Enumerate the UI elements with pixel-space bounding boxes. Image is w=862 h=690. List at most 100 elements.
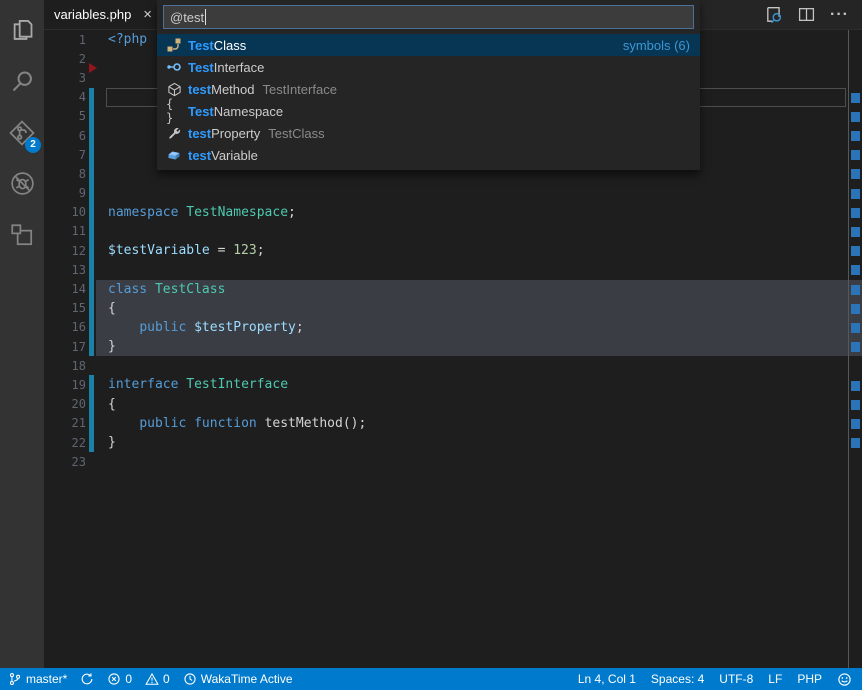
code-line-9[interactable]: 9 <box>44 184 862 203</box>
git-modified-indicator <box>89 318 94 337</box>
gutter[interactable] <box>86 299 108 318</box>
gutter[interactable] <box>86 68 108 87</box>
activity-bar-debug[interactable] <box>0 158 44 209</box>
gutter[interactable] <box>86 241 108 260</box>
gutter[interactable] <box>86 279 108 298</box>
gutter[interactable] <box>86 375 108 394</box>
overview-ruler-mark <box>851 112 860 122</box>
sync-button[interactable] <box>80 672 94 686</box>
overview-ruler[interactable] <box>848 30 862 668</box>
line-number: 19 <box>44 378 86 392</box>
editor-group: variables.php × ··· 1< <box>44 0 862 668</box>
git-branch-status[interactable]: master* <box>8 672 67 686</box>
overview-ruler-mark <box>851 93 860 103</box>
indentation[interactable]: Spaces: 4 <box>651 672 704 686</box>
code-line-16[interactable]: 16 public $testProperty; <box>44 318 862 337</box>
line-number: 22 <box>44 436 86 450</box>
activity-bar-explorer[interactable] <box>0 5 44 56</box>
gutter[interactable] <box>86 107 108 126</box>
git-modified-indicator <box>89 126 94 145</box>
warning-count[interactable]: 0 <box>145 672 170 686</box>
gutter[interactable] <box>86 49 108 68</box>
code-text: namespace TestNamespace; <box>108 205 296 220</box>
gutter[interactable] <box>86 260 108 279</box>
line-number: 2 <box>44 52 86 66</box>
git-modified-indicator <box>89 260 94 279</box>
overview-ruler-mark <box>851 419 860 429</box>
activity-bar-search[interactable] <box>0 56 44 107</box>
line-number: 16 <box>44 320 86 334</box>
close-icon[interactable]: × <box>143 7 152 22</box>
editor-actions: ··· <box>765 0 862 29</box>
wakatime-status[interactable]: WakaTime Active <box>183 672 293 686</box>
gutter[interactable] <box>86 184 108 203</box>
scm-badge: 2 <box>25 137 41 153</box>
code-line-12[interactable]: 12$testVariable = 123; <box>44 241 862 260</box>
gutter[interactable] <box>86 414 108 433</box>
code-line-18[interactable]: 18 <box>44 356 862 375</box>
quick-open-input[interactable]: @test <box>163 5 694 29</box>
git-modified-indicator <box>89 184 94 203</box>
git-modified-indicator <box>89 395 94 414</box>
cursor-position[interactable]: Ln 4, Col 1 <box>578 672 636 686</box>
line-number: 15 <box>44 301 86 315</box>
encoding[interactable]: UTF-8 <box>719 672 753 686</box>
code-text: public $testProperty; <box>108 320 304 335</box>
activity-bar-extensions[interactable] <box>0 209 44 260</box>
overview-ruler-mark <box>851 285 860 295</box>
gutter[interactable] <box>86 337 108 356</box>
code-line-21[interactable]: 21 public function testMethod(); <box>44 414 862 433</box>
quick-open-item-testproperty[interactable]: testPropertyTestClass <box>157 122 700 144</box>
code-line-10[interactable]: 10namespace TestNamespace; <box>44 203 862 222</box>
gutter[interactable] <box>86 145 108 164</box>
activity-bar-source-control[interactable]: 2 <box>0 107 44 158</box>
gutter[interactable] <box>86 395 108 414</box>
open-preview-button[interactable] <box>765 6 783 24</box>
gutter[interactable] <box>86 126 108 145</box>
code-line-22[interactable]: 22} <box>44 433 862 452</box>
match-text: test <box>188 82 211 97</box>
more-actions-button[interactable]: ··· <box>830 6 849 24</box>
overview-ruler-mark <box>851 400 860 410</box>
line-number: 12 <box>44 244 86 258</box>
code-line-19[interactable]: 19interface TestInterface <box>44 375 862 394</box>
debug-icon <box>9 170 36 197</box>
language-mode[interactable]: PHP <box>797 672 822 686</box>
code-line-11[interactable]: 11 <box>44 222 862 241</box>
gutter[interactable] <box>86 203 108 222</box>
code-text: public function testMethod(); <box>108 416 366 431</box>
quick-open-item-testinterface[interactable]: TestInterface <box>157 56 700 78</box>
gutter[interactable] <box>86 356 108 375</box>
quick-open-item-testclass[interactable]: TestClasssymbols (6) <box>157 34 700 56</box>
tab-variables-php[interactable]: variables.php × <box>44 0 162 29</box>
code-line-13[interactable]: 13 <box>44 260 862 279</box>
line-number: 4 <box>44 90 86 104</box>
code-text: class TestClass <box>108 282 225 297</box>
quick-open-item-testvariable[interactable]: testVariable <box>157 144 700 166</box>
explorer-icon <box>9 17 36 44</box>
gutter[interactable] <box>86 433 108 452</box>
quick-open-item-testmethod[interactable]: testMethodTestInterface <box>157 78 700 100</box>
code-line-17[interactable]: 17} <box>44 337 862 356</box>
code-line-23[interactable]: 23 <box>44 452 862 471</box>
feedback-smiley[interactable] <box>837 672 852 687</box>
gutter[interactable] <box>86 88 108 107</box>
split-editor-button[interactable] <box>798 6 815 23</box>
search-icon <box>9 68 36 95</box>
warning-count-label: 0 <box>163 672 170 686</box>
gutter[interactable] <box>86 30 108 49</box>
gutter[interactable] <box>86 164 108 183</box>
code-line-15[interactable]: 15{ <box>44 299 862 318</box>
git-modified-indicator <box>89 414 94 433</box>
property-icon <box>166 125 182 141</box>
gutter[interactable] <box>86 452 108 471</box>
code-line-20[interactable]: 20{ <box>44 395 862 414</box>
gutter[interactable] <box>86 318 108 337</box>
error-count[interactable]: 0 <box>107 672 132 686</box>
quick-open-item-testnamespace[interactable]: { } TestNamespace <box>157 100 700 122</box>
symbol-name: Variable <box>211 148 258 163</box>
eol-sequence[interactable]: LF <box>768 672 782 686</box>
code-line-14[interactable]: 14class TestClass <box>44 279 862 298</box>
smiley-icon <box>837 672 852 687</box>
gutter[interactable] <box>86 222 108 241</box>
